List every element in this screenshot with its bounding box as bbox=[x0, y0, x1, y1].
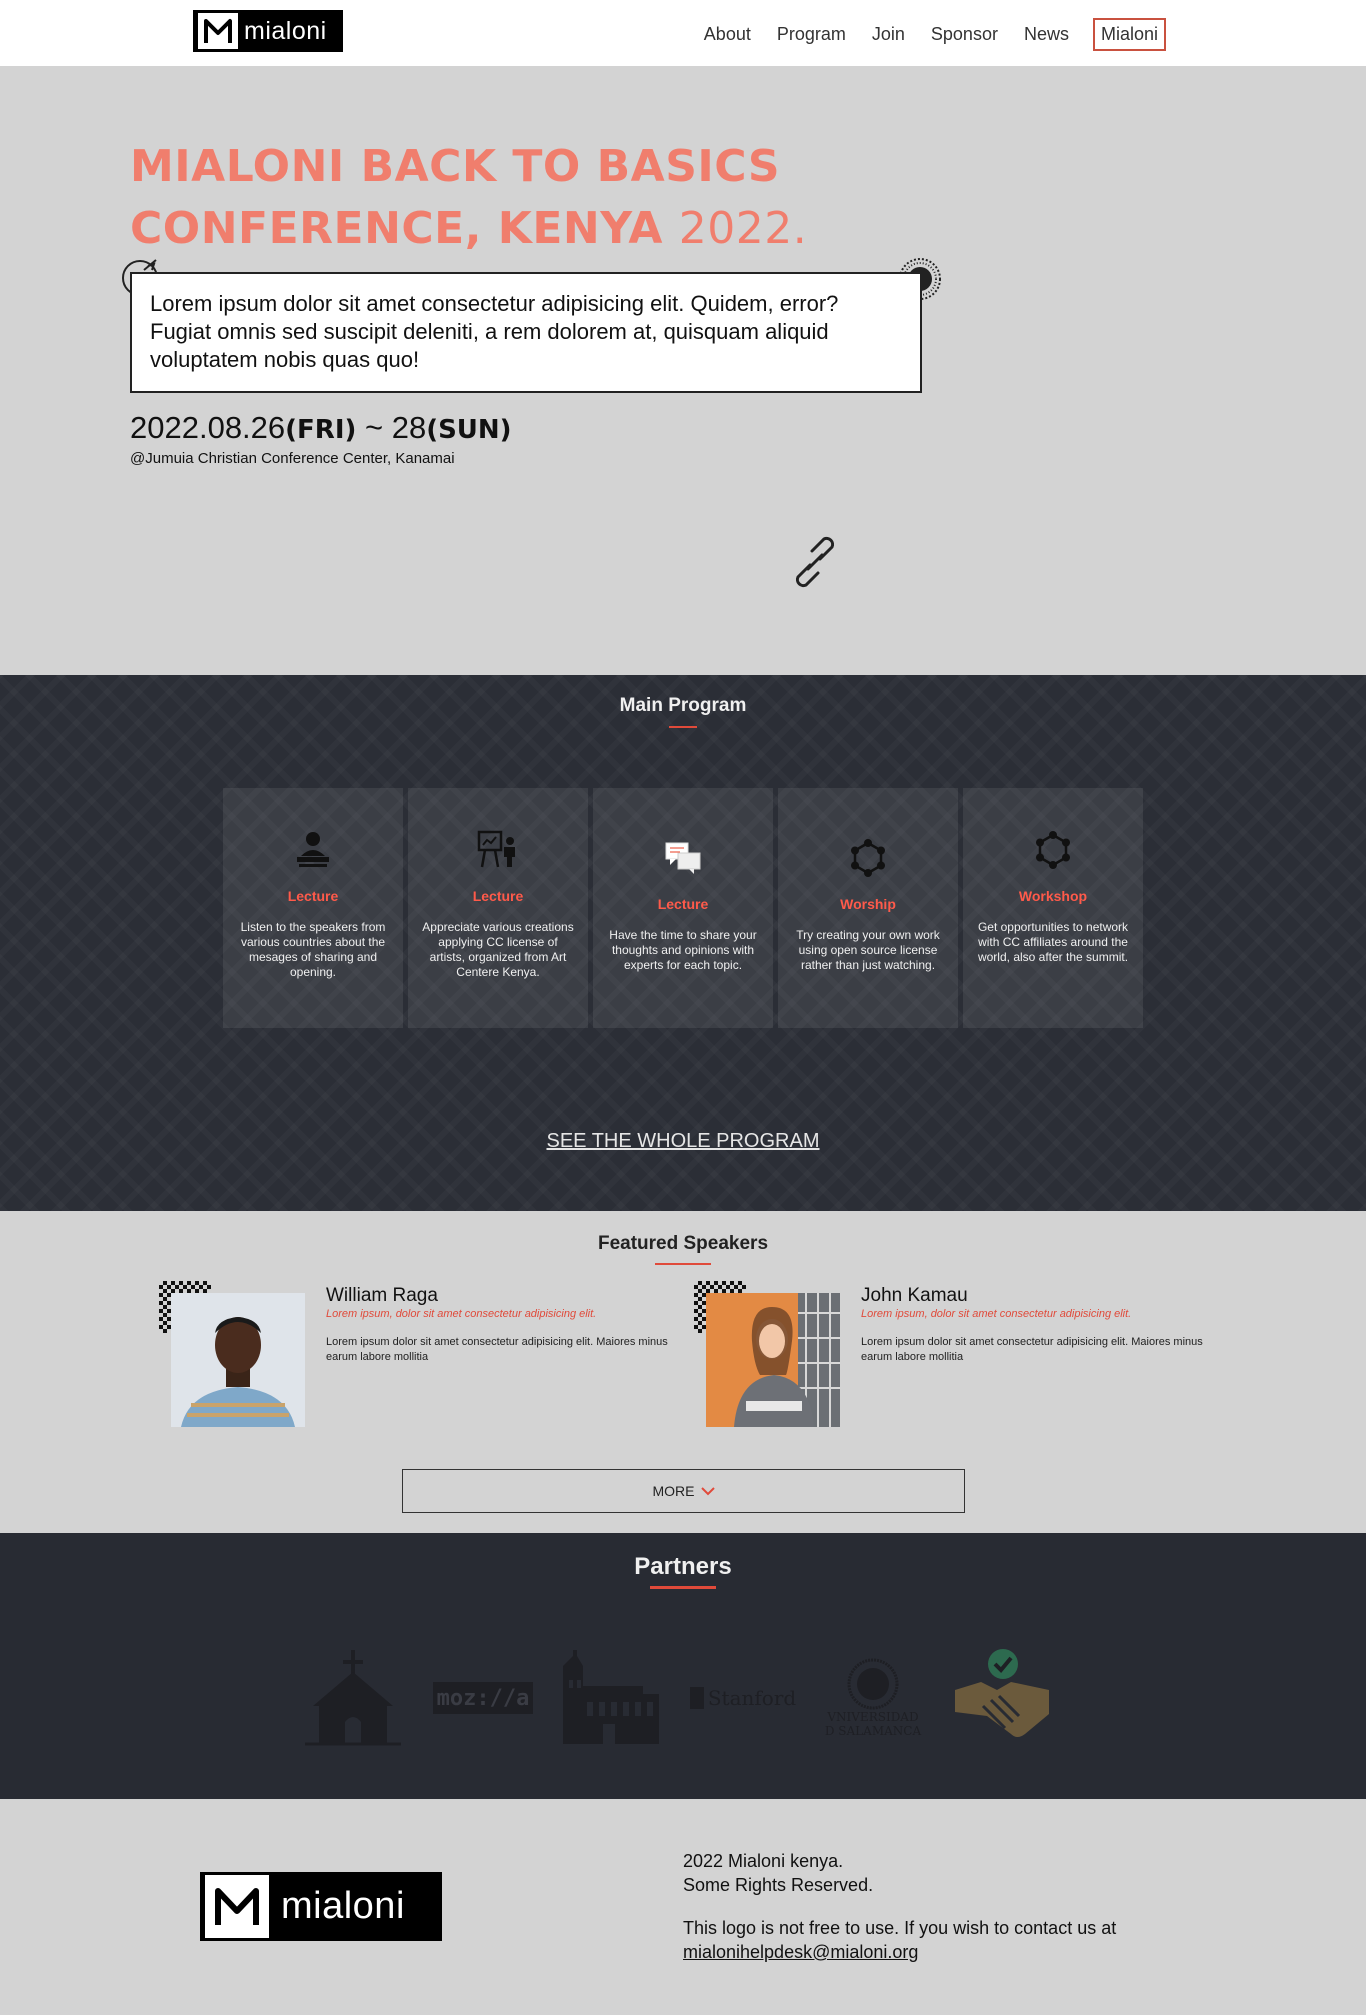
footer-text: 2022 Mialoni kenya. Some Rights Reserved.… bbox=[683, 1849, 1116, 1983]
chat-bubbles-icon bbox=[664, 838, 702, 878]
rights-line: Some Rights Reserved. bbox=[683, 1875, 874, 1895]
hero-title-year: 2022. bbox=[678, 203, 808, 254]
nav-news[interactable]: News bbox=[1024, 24, 1069, 45]
copyright-line: 2022 Mialoni kenya. bbox=[683, 1851, 844, 1871]
footer: mialoni 2022 Mialoni kenya. Some Rights R… bbox=[0, 1799, 1366, 2015]
program-card-title: Lecture bbox=[287, 888, 339, 904]
speakers-title-underline bbox=[655, 1263, 711, 1265]
logo-text: mialoni bbox=[244, 16, 327, 45]
speaker-name: William Raga bbox=[326, 1285, 438, 1306]
cathedral-logo[interactable] bbox=[563, 1648, 663, 1748]
m-logo-icon bbox=[198, 13, 238, 49]
footer-logo[interactable]: mialoni bbox=[200, 1872, 442, 1941]
stanford-s-icon bbox=[689, 1687, 704, 1709]
salamanca-seal-icon bbox=[847, 1658, 899, 1710]
main-program-section: Main Program Lecture Listen to the speak… bbox=[0, 675, 1366, 1211]
hero-description-box: Lorem ipsum dolor sit amet consectetur a… bbox=[130, 272, 922, 393]
nav-mialoni[interactable]: Mialoni bbox=[1092, 18, 1166, 51]
speaker-photo bbox=[171, 1293, 305, 1427]
nav-about[interactable]: About bbox=[704, 24, 751, 45]
date-separator: ~ 28 bbox=[356, 410, 427, 445]
partners-title-underline bbox=[650, 1586, 716, 1589]
contact-email-link[interactable]: mialonihelpdesk@mialoni.org bbox=[683, 1942, 918, 1962]
program-card-desc: Have the time to share your thoughts and… bbox=[609, 928, 757, 972]
program-card-desc: Try creating your own work using open so… bbox=[796, 928, 940, 972]
nav-sponsor[interactable]: Sponsor bbox=[931, 24, 998, 45]
network-hexagon-icon bbox=[1033, 830, 1073, 870]
program-cards: Lecture Listen to the speakers from vari… bbox=[223, 788, 1143, 1028]
program-card-desc: Appreciate various creations applying CC… bbox=[422, 920, 574, 979]
speaker-name: John Kamau bbox=[861, 1285, 968, 1306]
featured-speakers-section: Featured Speakers William Raga Lorem ips… bbox=[0, 1211, 1366, 1533]
day-end: (SUN) bbox=[426, 415, 512, 445]
salamanca-line1: VNIVERSIDAD bbox=[827, 1710, 919, 1724]
hero-section: MIALONI BACK TO BASICS CONFERENCE, KENYA… bbox=[0, 66, 1366, 675]
speaker-tagline: Lorem ipsum, dolor sit amet consectetur … bbox=[861, 1308, 1132, 1320]
date-start: 2022.08.26 bbox=[130, 410, 286, 445]
m-logo-icon bbox=[205, 1875, 269, 1938]
handshake-logo[interactable] bbox=[953, 1648, 1053, 1748]
salamanca-line2: D SALAMANCA bbox=[824, 1724, 922, 1738]
event-venue: @Jumuia Christian Conference Center, Kan… bbox=[130, 450, 455, 467]
program-card-title: Worship bbox=[840, 896, 896, 912]
nav-join[interactable]: Join bbox=[872, 24, 905, 45]
partners-title: Partners bbox=[634, 1553, 732, 1580]
speaker-tagline: Lorem ipsum, dolor sit amet consectetur … bbox=[326, 1308, 597, 1320]
program-card-desc: Get opportunities to network with CC aff… bbox=[977, 920, 1129, 964]
top-navbar: mialoni About Program Join Sponsor News … bbox=[0, 0, 1366, 66]
stanford-logo[interactable]: Stanford bbox=[689, 1648, 797, 1748]
church-logo[interactable] bbox=[303, 1648, 403, 1748]
program-card-desc: Listen to the speakers from various coun… bbox=[240, 920, 386, 979]
program-title: Main Program bbox=[619, 695, 747, 716]
program-card-title: Lecture bbox=[657, 896, 709, 912]
speaker-bio: Lorem ipsum dolor sit amet consectetur a… bbox=[326, 1336, 668, 1363]
program-card-title: Workshop bbox=[1018, 888, 1088, 904]
program-card[interactable]: Worship Try creating your own work using… bbox=[778, 788, 958, 1028]
nav-links: About Program Join Sponsor News Mialoni bbox=[678, 18, 1166, 51]
event-date: 2022.08.26(FRI) ~ 28(SUN) bbox=[130, 410, 512, 446]
mozilla-text: moz://a bbox=[433, 1682, 533, 1714]
nav-program[interactable]: Program bbox=[777, 24, 846, 45]
salamanca-logo[interactable]: VNIVERSIDAD D SALAMANCA bbox=[823, 1648, 923, 1748]
hero-description: Lorem ipsum dolor sit amet consectetur a… bbox=[150, 291, 839, 372]
chevron-down-icon bbox=[700, 1483, 715, 1499]
program-title-underline bbox=[669, 726, 697, 728]
program-card[interactable]: Lecture Listen to the speakers from vari… bbox=[223, 788, 403, 1028]
program-card[interactable]: Lecture Appreciate various creations app… bbox=[408, 788, 588, 1028]
hero-title-line1: MIALONI BACK TO BASICS bbox=[130, 141, 781, 192]
program-card[interactable]: Workshop Get opportunities to network wi… bbox=[963, 788, 1143, 1028]
mozilla-logo[interactable]: moz://a bbox=[433, 1648, 533, 1748]
hero-title: MIALONI BACK TO BASICS CONFERENCE, KENYA… bbox=[130, 136, 890, 260]
day-start: (FRI) bbox=[285, 415, 357, 445]
network-hexagon-icon bbox=[848, 838, 888, 878]
hero-title-line2: CONFERENCE, KENYA bbox=[130, 203, 663, 254]
site-logo[interactable]: mialoni bbox=[193, 10, 343, 52]
more-label: MORE bbox=[652, 1483, 695, 1499]
partner-logos: moz://a Stanford VNIVERSIDAD D SALAMANCA bbox=[303, 1648, 1053, 1748]
chain-link-icon bbox=[788, 535, 842, 594]
stanford-text: Stanford bbox=[707, 1686, 797, 1710]
program-card-title: Lecture bbox=[472, 888, 524, 904]
partners-section: Partners moz://a Stanford VNIVERSIDAD D … bbox=[0, 1533, 1366, 1799]
speaker-photo bbox=[706, 1293, 840, 1427]
more-speakers-button[interactable]: MORE bbox=[402, 1469, 965, 1513]
contact-text: This logo is not free to use. If you wis… bbox=[683, 1918, 1117, 1938]
speakers-title: Featured Speakers bbox=[597, 1233, 769, 1254]
footer-logo-text: mialoni bbox=[281, 1885, 405, 1927]
lecture-podium-icon bbox=[293, 830, 333, 870]
speaker-bio: Lorem ipsum dolor sit amet consectetur a… bbox=[861, 1336, 1203, 1363]
presentation-icon bbox=[477, 830, 519, 870]
see-whole-program-link[interactable]: SEE THE WHOLE PROGRAM bbox=[0, 1130, 1366, 1153]
program-card[interactable]: Lecture Have the time to share your thou… bbox=[593, 788, 773, 1028]
